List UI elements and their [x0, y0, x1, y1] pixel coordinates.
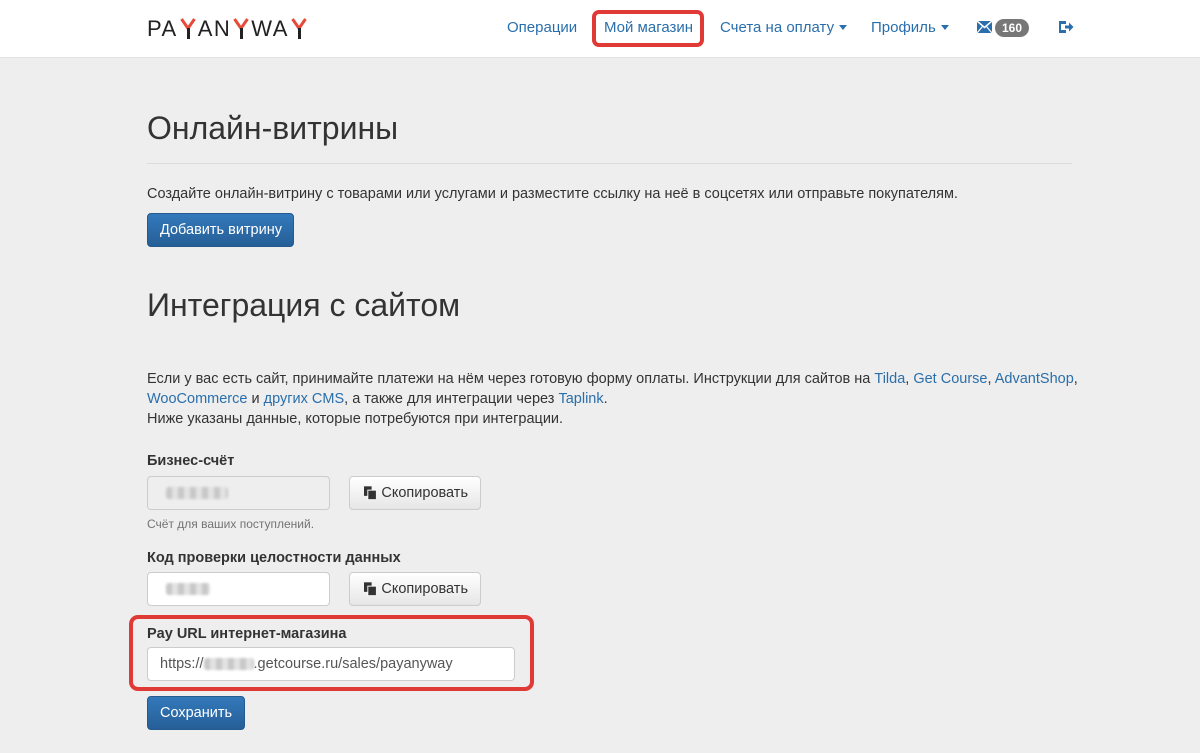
link-getcourse[interactable]: Get Course — [913, 371, 987, 387]
copy-integrity-button[interactable]: Скопировать — [349, 572, 481, 606]
highlight-frame-pay-url — [129, 615, 534, 691]
page-title-integration: Интеграция с сайтом — [147, 287, 461, 323]
highlight-frame-nav — [592, 10, 704, 47]
add-showcase-button[interactable]: Добавить витрину — [147, 213, 294, 247]
showcases-description: Создайте онлайн-витрину с товарами или у… — [147, 186, 958, 202]
integrity-code-input[interactable] — [147, 572, 330, 606]
envelope-icon[interactable] — [977, 21, 992, 33]
integration-description: Если у вас есть сайт, принимайте платежи… — [147, 371, 1078, 427]
link-advantshop[interactable]: AdvantShop — [995, 371, 1074, 387]
account-help-text: Счёт для ваших поступлений. — [147, 517, 315, 531]
save-button[interactable]: Сохранить — [147, 696, 245, 730]
logo-y-glyph — [290, 18, 308, 40]
caret-down-icon — [940, 24, 949, 30]
redacted-value — [166, 487, 228, 500]
link-taplink[interactable]: Taplink — [558, 391, 603, 407]
nav-profile-label: Профиль — [871, 19, 936, 36]
payanyway-logo[interactable]: PA AN WA — [147, 16, 309, 41]
copy-icon — [364, 486, 377, 500]
copy-account-button[interactable]: Скопировать — [349, 476, 481, 510]
logo-y-glyph — [232, 18, 250, 40]
messages-count-badge[interactable]: 160 — [995, 19, 1030, 37]
nav-invoices[interactable]: Счета на оплату — [720, 19, 848, 36]
logo-y-glyph — [179, 18, 197, 40]
integration-note: Ниже указаны данные, которые потребуются… — [147, 411, 564, 427]
link-tilda[interactable]: Tilda — [874, 371, 905, 387]
nav-profile[interactable]: Профиль — [871, 19, 949, 36]
logout-icon[interactable] — [1058, 19, 1074, 35]
caret-down-icon — [839, 24, 848, 30]
account-input[interactable] — [147, 476, 330, 510]
section-divider — [147, 163, 1072, 164]
top-navbar: PA AN WA Операции Мой магазин Счета на о… — [0, 0, 1200, 58]
account-label: Бизнес-счёт — [147, 453, 235, 469]
redacted-value — [166, 583, 210, 596]
link-woocommerce[interactable]: WooCommerce — [147, 391, 247, 407]
link-other-cms[interactable]: других CMS — [264, 391, 345, 407]
integrity-label: Код проверки целостности данных — [147, 550, 401, 566]
copy-icon — [364, 582, 377, 596]
page-title-showcases: Онлайн-витрины — [147, 110, 399, 146]
nav-operations[interactable]: Операции — [507, 19, 577, 36]
nav-invoices-label: Счета на оплату — [720, 19, 835, 36]
